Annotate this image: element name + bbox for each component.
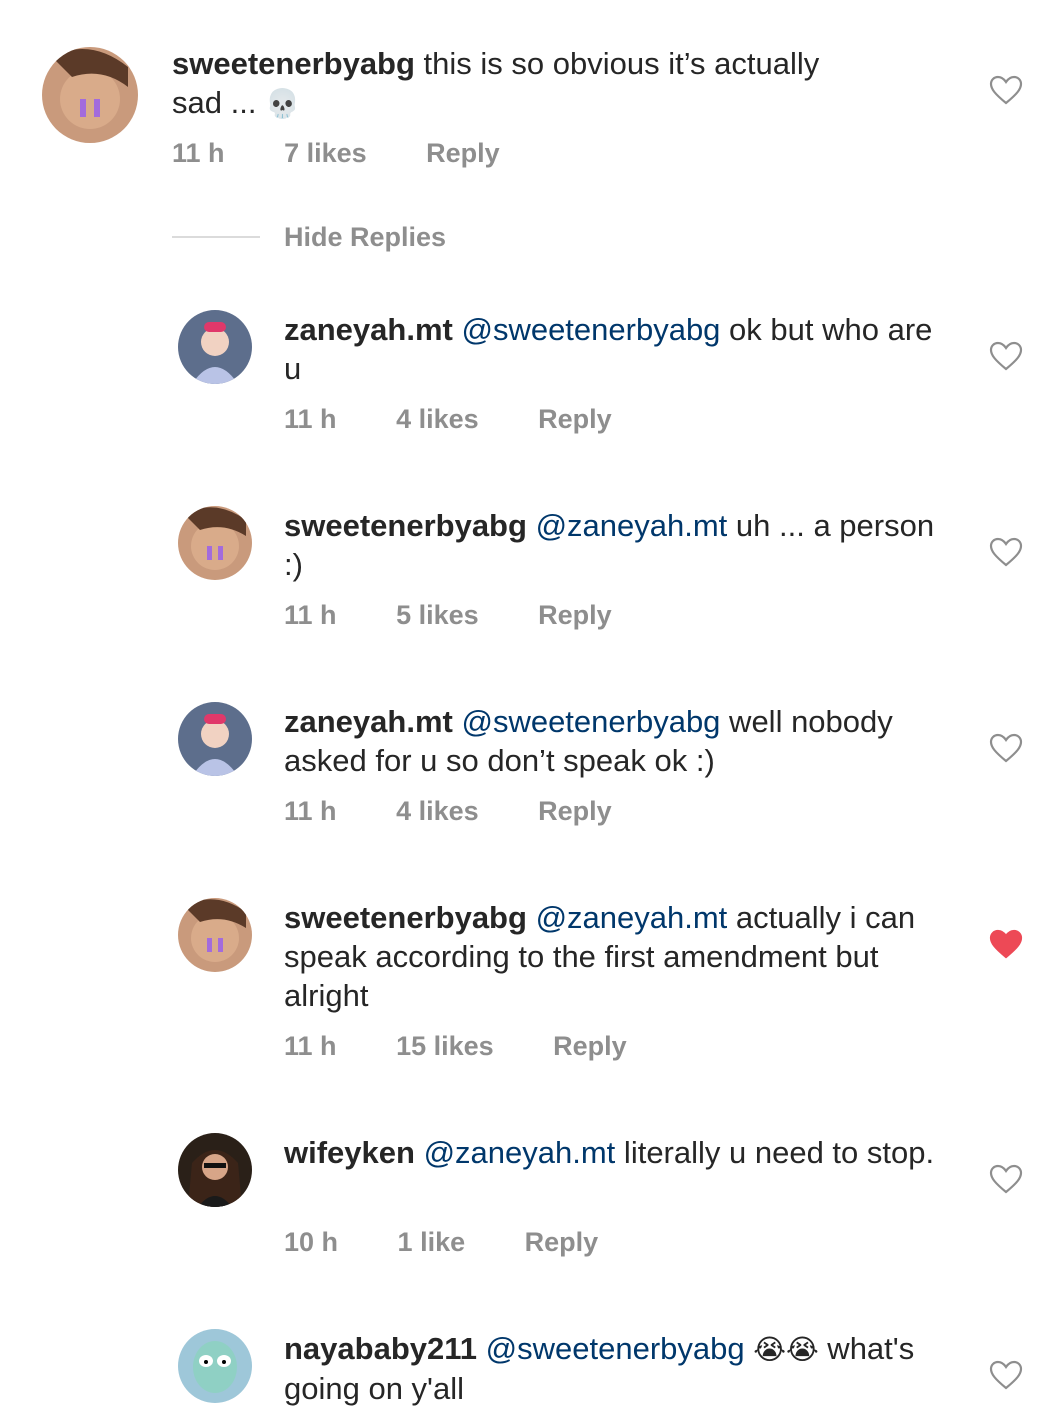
reply-button[interactable]: Reply [538, 600, 612, 631]
comment-text: nayababy211 @sweetenerbyabg 😭😭 what's go… [284, 1329, 944, 1408]
username[interactable]: sweetenerbyabg [172, 46, 415, 81]
username[interactable]: nayababy211 [284, 1331, 477, 1366]
heart-icon[interactable] [989, 733, 1023, 763]
username[interactable]: sweetenerbyabg [284, 900, 527, 935]
likes-count[interactable]: 15 likes [396, 1031, 494, 1062]
comment-meta: 11 h 4 likes Reply [284, 796, 612, 827]
heart-icon[interactable] [989, 341, 1023, 371]
likes-count[interactable]: 1 like [398, 1227, 466, 1258]
comment-meta: 10 h 1 like Reply [284, 1227, 598, 1258]
likes-count[interactable]: 7 likes [284, 138, 367, 169]
mention-link[interactable]: @zaneyah.mt [536, 900, 728, 935]
comment-meta: 11 h 7 likes Reply [172, 138, 500, 169]
zaneyah-avatar[interactable] [178, 702, 252, 776]
hide-replies-button[interactable]: Hide Replies [284, 222, 446, 253]
sweetener-avatar[interactable] [178, 898, 252, 972]
comment-text: zaneyah.mt @sweetenerbyabg well nobody a… [284, 702, 944, 780]
heart-icon[interactable] [989, 1360, 1023, 1390]
likes-count[interactable]: 4 likes [396, 404, 479, 435]
heart-icon[interactable] [989, 1164, 1023, 1194]
comment-text: sweetenerbyabg @zaneyah.mt uh ... a pers… [284, 506, 944, 584]
comment-body [745, 1331, 754, 1366]
likes-count[interactable]: 4 likes [396, 796, 479, 827]
mention-link[interactable]: @sweetenerbyabg [461, 704, 720, 739]
timestamp: 11 h [284, 600, 337, 630]
reply-button[interactable]: Reply [538, 796, 612, 827]
mention-link[interactable]: @zaneyah.mt [424, 1135, 616, 1170]
heart-icon[interactable] [989, 537, 1023, 567]
heart-filled-icon[interactable] [989, 929, 1023, 959]
nayababy-avatar[interactable] [178, 1329, 252, 1403]
username[interactable]: wifeyken [284, 1135, 415, 1170]
comment-meta: 11 h 15 likes Reply [284, 1031, 627, 1062]
crying-emoji: 😭😭 [753, 1333, 819, 1366]
reply-button[interactable]: Reply [538, 404, 612, 435]
reply-button[interactable]: Reply [525, 1227, 599, 1258]
comment-meta: 11 h 4 likes Reply [284, 404, 612, 435]
sweetener-avatar[interactable] [42, 47, 138, 143]
timestamp: 11 h [284, 404, 337, 434]
divider [172, 236, 260, 238]
mention-link[interactable]: @sweetenerbyabg [461, 312, 720, 347]
skull-emoji: 💀 [265, 87, 300, 120]
comment-text: sweetenerbyabg this is so obvious it’s a… [172, 44, 832, 123]
zaneyah-avatar[interactable] [178, 310, 252, 384]
username[interactable]: zaneyah.mt [284, 312, 453, 347]
timestamp: 11 h [284, 1031, 337, 1061]
username[interactable]: sweetenerbyabg [284, 508, 527, 543]
timestamp: 11 h [284, 796, 337, 826]
comment-meta: 11 h 5 likes Reply [284, 600, 612, 631]
likes-count[interactable]: 5 likes [396, 600, 479, 631]
mention-link[interactable]: @zaneyah.mt [536, 508, 728, 543]
reply-button[interactable]: Reply [553, 1031, 627, 1062]
wifeyken-avatar[interactable] [178, 1133, 252, 1207]
comment-text: zaneyah.mt @sweetenerbyabg ok but who ar… [284, 310, 944, 388]
comment-text: wifeyken @zaneyah.mt literally u need to… [284, 1133, 944, 1172]
comment-body: literally u need to stop. [615, 1135, 935, 1170]
username[interactable]: zaneyah.mt [284, 704, 453, 739]
reply-button[interactable]: Reply [426, 138, 500, 169]
timestamp: 11 h [172, 138, 225, 168]
timestamp: 10 h [284, 1227, 339, 1257]
mention-link[interactable]: @sweetenerbyabg [486, 1331, 745, 1366]
sweetener-avatar[interactable] [178, 506, 252, 580]
comment-text: sweetenerbyabg @zaneyah.mt actually i ca… [284, 898, 944, 1015]
heart-icon[interactable] [989, 75, 1023, 105]
